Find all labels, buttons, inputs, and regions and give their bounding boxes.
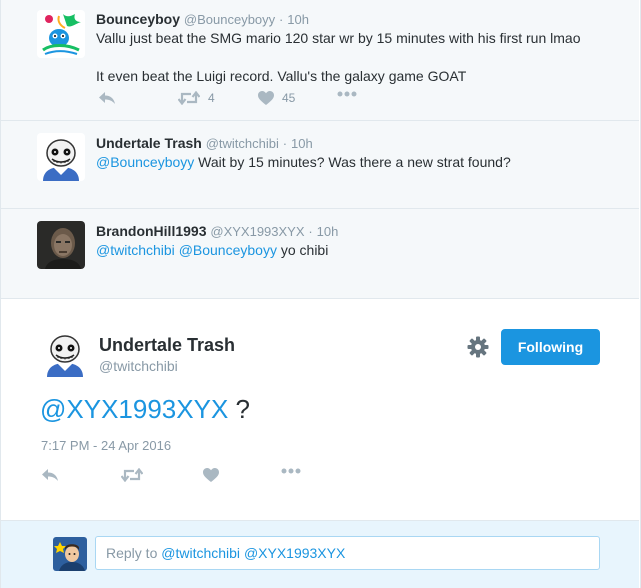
tweet-line: Vallu just beat the SMG mario 120 star w… <box>96 30 581 46</box>
avatar[interactable] <box>37 133 85 181</box>
username[interactable]: @twitchchibi <box>99 358 178 374</box>
mention-link[interactable]: @Bounceyboyy <box>96 154 194 170</box>
gear-icon <box>467 336 489 358</box>
timestamp[interactable]: 10h <box>317 224 339 239</box>
separator: · <box>308 224 313 239</box>
tweet-header: Bounceyboy @Bounceyboyy · 10h <box>96 10 629 29</box>
mention-link[interactable]: @twitchchibi <box>96 242 175 258</box>
like-count: 45 <box>282 91 296 105</box>
tweet-timestamp[interactable]: 7:17 PM - 24 Apr 2016 <box>41 438 171 453</box>
permalink-tweet: Undertale Trash @twitchchibi Following @… <box>1 299 639 521</box>
fullname[interactable]: Undertale Trash <box>99 335 235 356</box>
tweet-header: Undertale Trash @twitchchibi · 10h <box>96 134 629 153</box>
mention-link: @twitchchibi <box>161 545 241 561</box>
avatar[interactable] <box>41 329 89 377</box>
avatar[interactable] <box>37 221 85 269</box>
tweet-text: @Bounceyboyy Wait by 15 minutes? Was the… <box>96 153 629 172</box>
tweet-header: BrandonHill1993 @XYX1993XYX · 10h <box>96 222 629 241</box>
like-button[interactable] <box>203 468 219 482</box>
more-button[interactable] <box>281 468 301 474</box>
more-icon <box>337 91 357 97</box>
tweet-body: yo chibi <box>276 242 329 258</box>
retweet-count: 4 <box>208 91 215 105</box>
reply-input[interactable]: Reply to @twitchchibi @XYX1993XYX <box>95 536 600 570</box>
tweet-text: @twitchchibi @Bounceyboyy yo chibi <box>96 241 629 260</box>
tweet-text: Vallu just beat the SMG mario 120 star w… <box>96 29 629 86</box>
tweet-body: ? <box>228 394 250 424</box>
username[interactable]: @Bounceyboyy <box>184 12 275 27</box>
more-button[interactable] <box>337 91 357 97</box>
reply-button[interactable] <box>98 91 116 105</box>
retweet-icon <box>178 91 200 105</box>
fullname[interactable]: Bounceyboy <box>96 11 180 27</box>
tweet-body: Wait by 15 minutes? Was there a new stra… <box>194 154 511 170</box>
mention-link[interactable]: @XYX1993XYX <box>40 394 228 424</box>
username[interactable]: @XYX1993XYX <box>210 224 304 239</box>
separator: · <box>282 136 288 151</box>
like-icon <box>203 468 219 482</box>
context-tweet[interactable]: Undertale Trash @twitchchibi · 10h @Boun… <box>1 121 639 313</box>
reply-icon <box>42 469 58 481</box>
more-icon <box>281 468 301 474</box>
mention-link[interactable]: @Bounceyboyy <box>179 242 277 258</box>
tweet-text: @XYX1993XYX ? <box>40 393 250 425</box>
retweet-icon <box>121 468 143 482</box>
avatar[interactable] <box>37 10 85 58</box>
tweet-line: It even beat the Luigi record. Vallu's t… <box>96 68 467 84</box>
reply-prefix: Reply to <box>106 545 158 561</box>
retweet-button[interactable]: 4 <box>178 91 215 105</box>
reply-bar: Reply to @twitchchibi @XYX1993XYX <box>1 521 639 588</box>
like-button[interactable]: 45 <box>258 91 295 105</box>
user-actions-button[interactable] <box>467 336 489 358</box>
timestamp[interactable]: 10h <box>287 12 309 27</box>
reply-icon <box>99 92 115 104</box>
like-icon <box>258 91 274 105</box>
fullname[interactable]: Undertale Trash <box>96 135 202 151</box>
fullname[interactable]: BrandonHill1993 <box>96 223 206 239</box>
context-tweet[interactable]: BrandonHill1993 @XYX1993XYX · 10h @twitc… <box>1 209 639 490</box>
timestamp[interactable]: 10h <box>291 136 313 151</box>
username[interactable]: @twitchchibi <box>206 136 279 151</box>
following-button[interactable]: Following <box>501 329 600 365</box>
retweet-button[interactable] <box>121 468 143 482</box>
separator: · <box>279 12 284 27</box>
avatar <box>53 537 87 571</box>
mention-link: @XYX1993XYX <box>243 545 346 561</box>
context-tweet[interactable]: Bounceyboy @Bounceyboyy · 10h Vallu just… <box>1 0 639 121</box>
reply-button[interactable] <box>41 468 59 482</box>
